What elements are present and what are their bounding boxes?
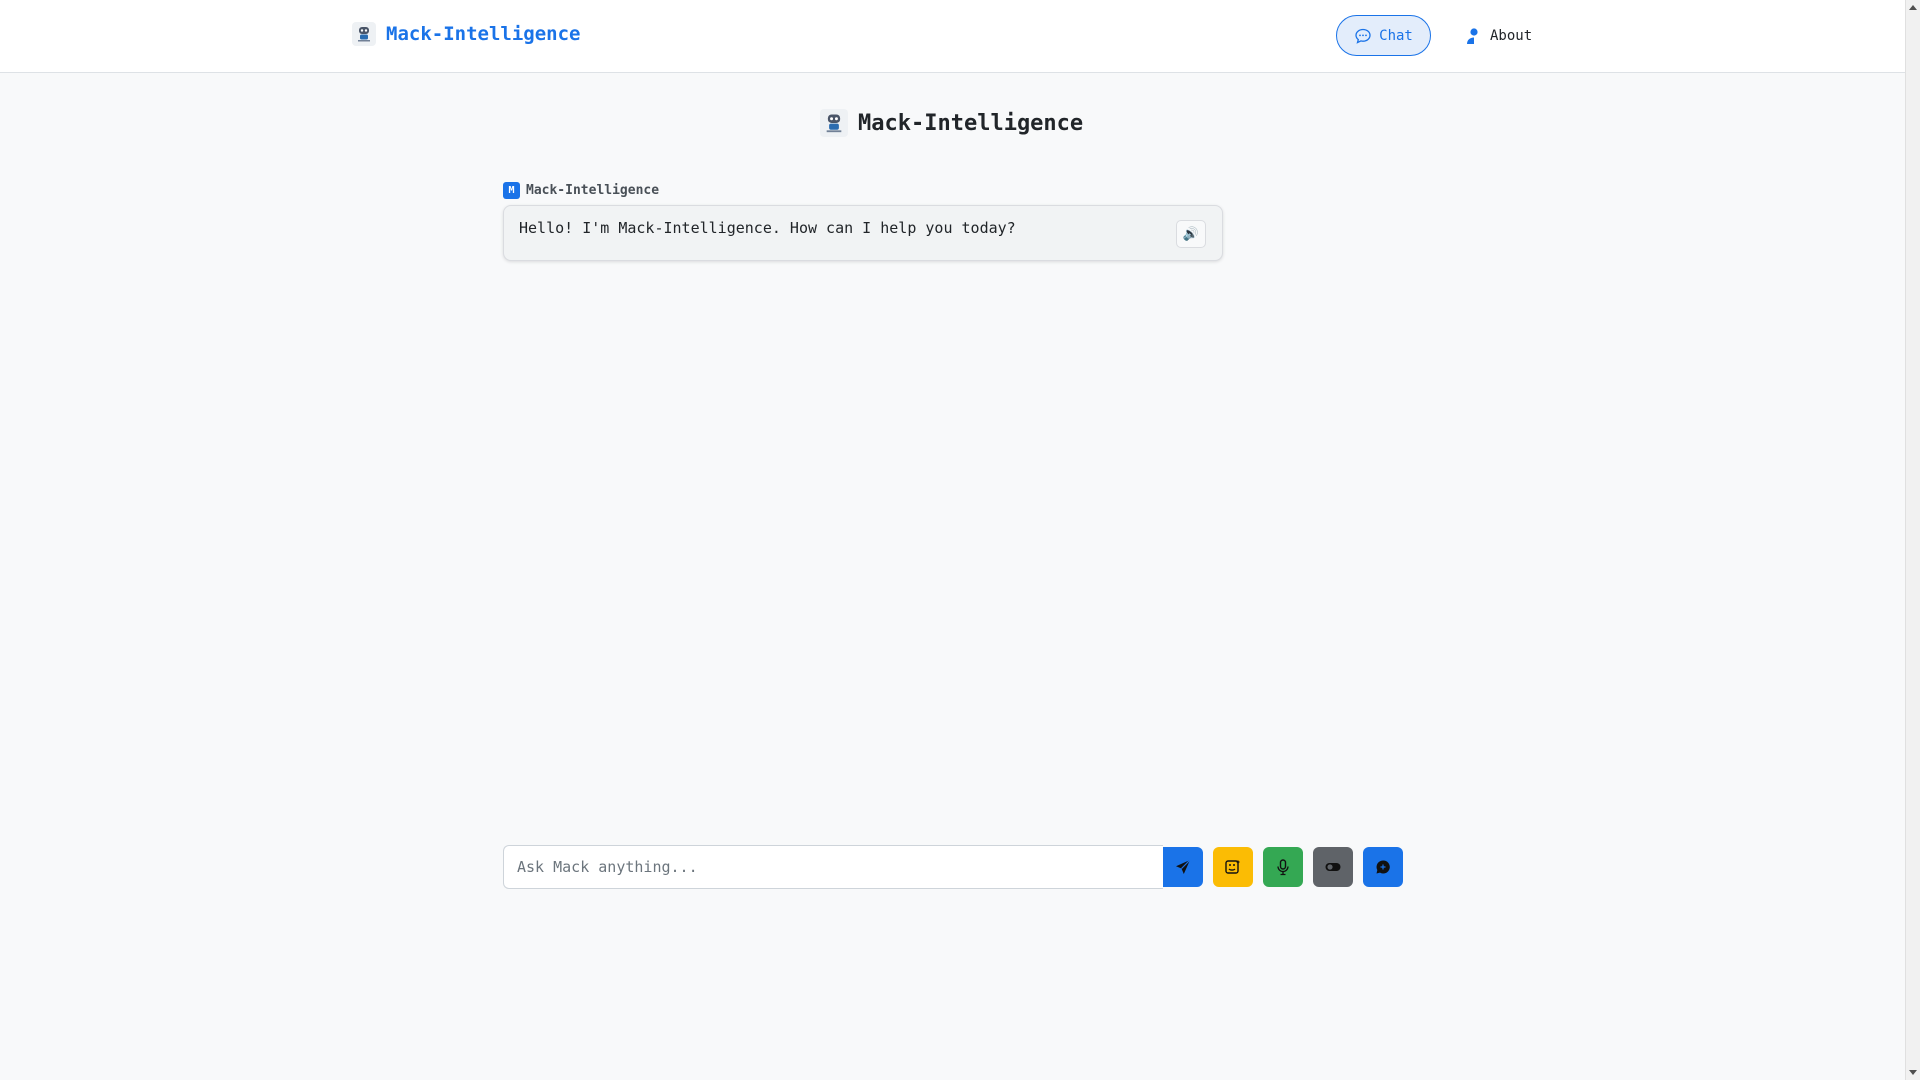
chat-bubble-icon (1374, 858, 1392, 876)
message-text: Hello! I'm Mack-Intelligence. How can I … (519, 219, 1016, 237)
speaker-icon: 🔊 (1182, 226, 1200, 241)
message-bubble: Hello! I'm Mack-Intelligence. How can I … (503, 205, 1223, 261)
brand-link[interactable]: Mack-Intelligence (352, 22, 580, 46)
page: Mack-Intelligence Chat About Mack-Intell… (0, 0, 1905, 1080)
theme-toggle-button[interactable] (1313, 847, 1353, 887)
scroll-down-arrow-icon[interactable] (1909, 1070, 1917, 1075)
nav-chat-label: Chat (1379, 27, 1413, 44)
brand-name: Mack-Intelligence (386, 23, 581, 45)
nav-about-link[interactable]: About (1464, 27, 1532, 45)
robot-logo-icon (352, 22, 376, 46)
page-title-text: Mack-Intelligence (858, 110, 1084, 136)
nav-about-label: About (1490, 27, 1533, 44)
user-icon (1464, 27, 1482, 45)
sender-name: Mack-Intelligence (526, 183, 660, 198)
toggle-icon (1324, 858, 1342, 876)
new-chat-button[interactable] (1363, 847, 1403, 887)
image-icon (1224, 858, 1242, 876)
message-sender: M Mack-Intelligence (503, 182, 659, 199)
chat-input[interactable] (503, 845, 1163, 889)
nav-chat-button[interactable]: Chat (1336, 15, 1431, 56)
top-navbar: Mack-Intelligence Chat About (0, 0, 1905, 73)
main-nav: Chat About (1336, 15, 1532, 56)
page-title: Mack-Intelligence (820, 109, 1083, 137)
chat-input-row (503, 845, 1403, 889)
image-generate-button[interactable] (1213, 847, 1253, 887)
speak-button[interactable]: 🔊 (1176, 220, 1206, 248)
send-button[interactable] (1163, 847, 1203, 887)
chat-icon (1354, 27, 1372, 45)
scroll-up-arrow-icon[interactable] (1909, 5, 1917, 10)
avatar: M (503, 182, 520, 199)
microphone-icon (1274, 858, 1292, 876)
microphone-button[interactable] (1263, 847, 1303, 887)
page-scrollbar[interactable] (1905, 0, 1920, 1080)
robot-logo-icon (820, 109, 848, 137)
send-icon (1174, 858, 1192, 876)
